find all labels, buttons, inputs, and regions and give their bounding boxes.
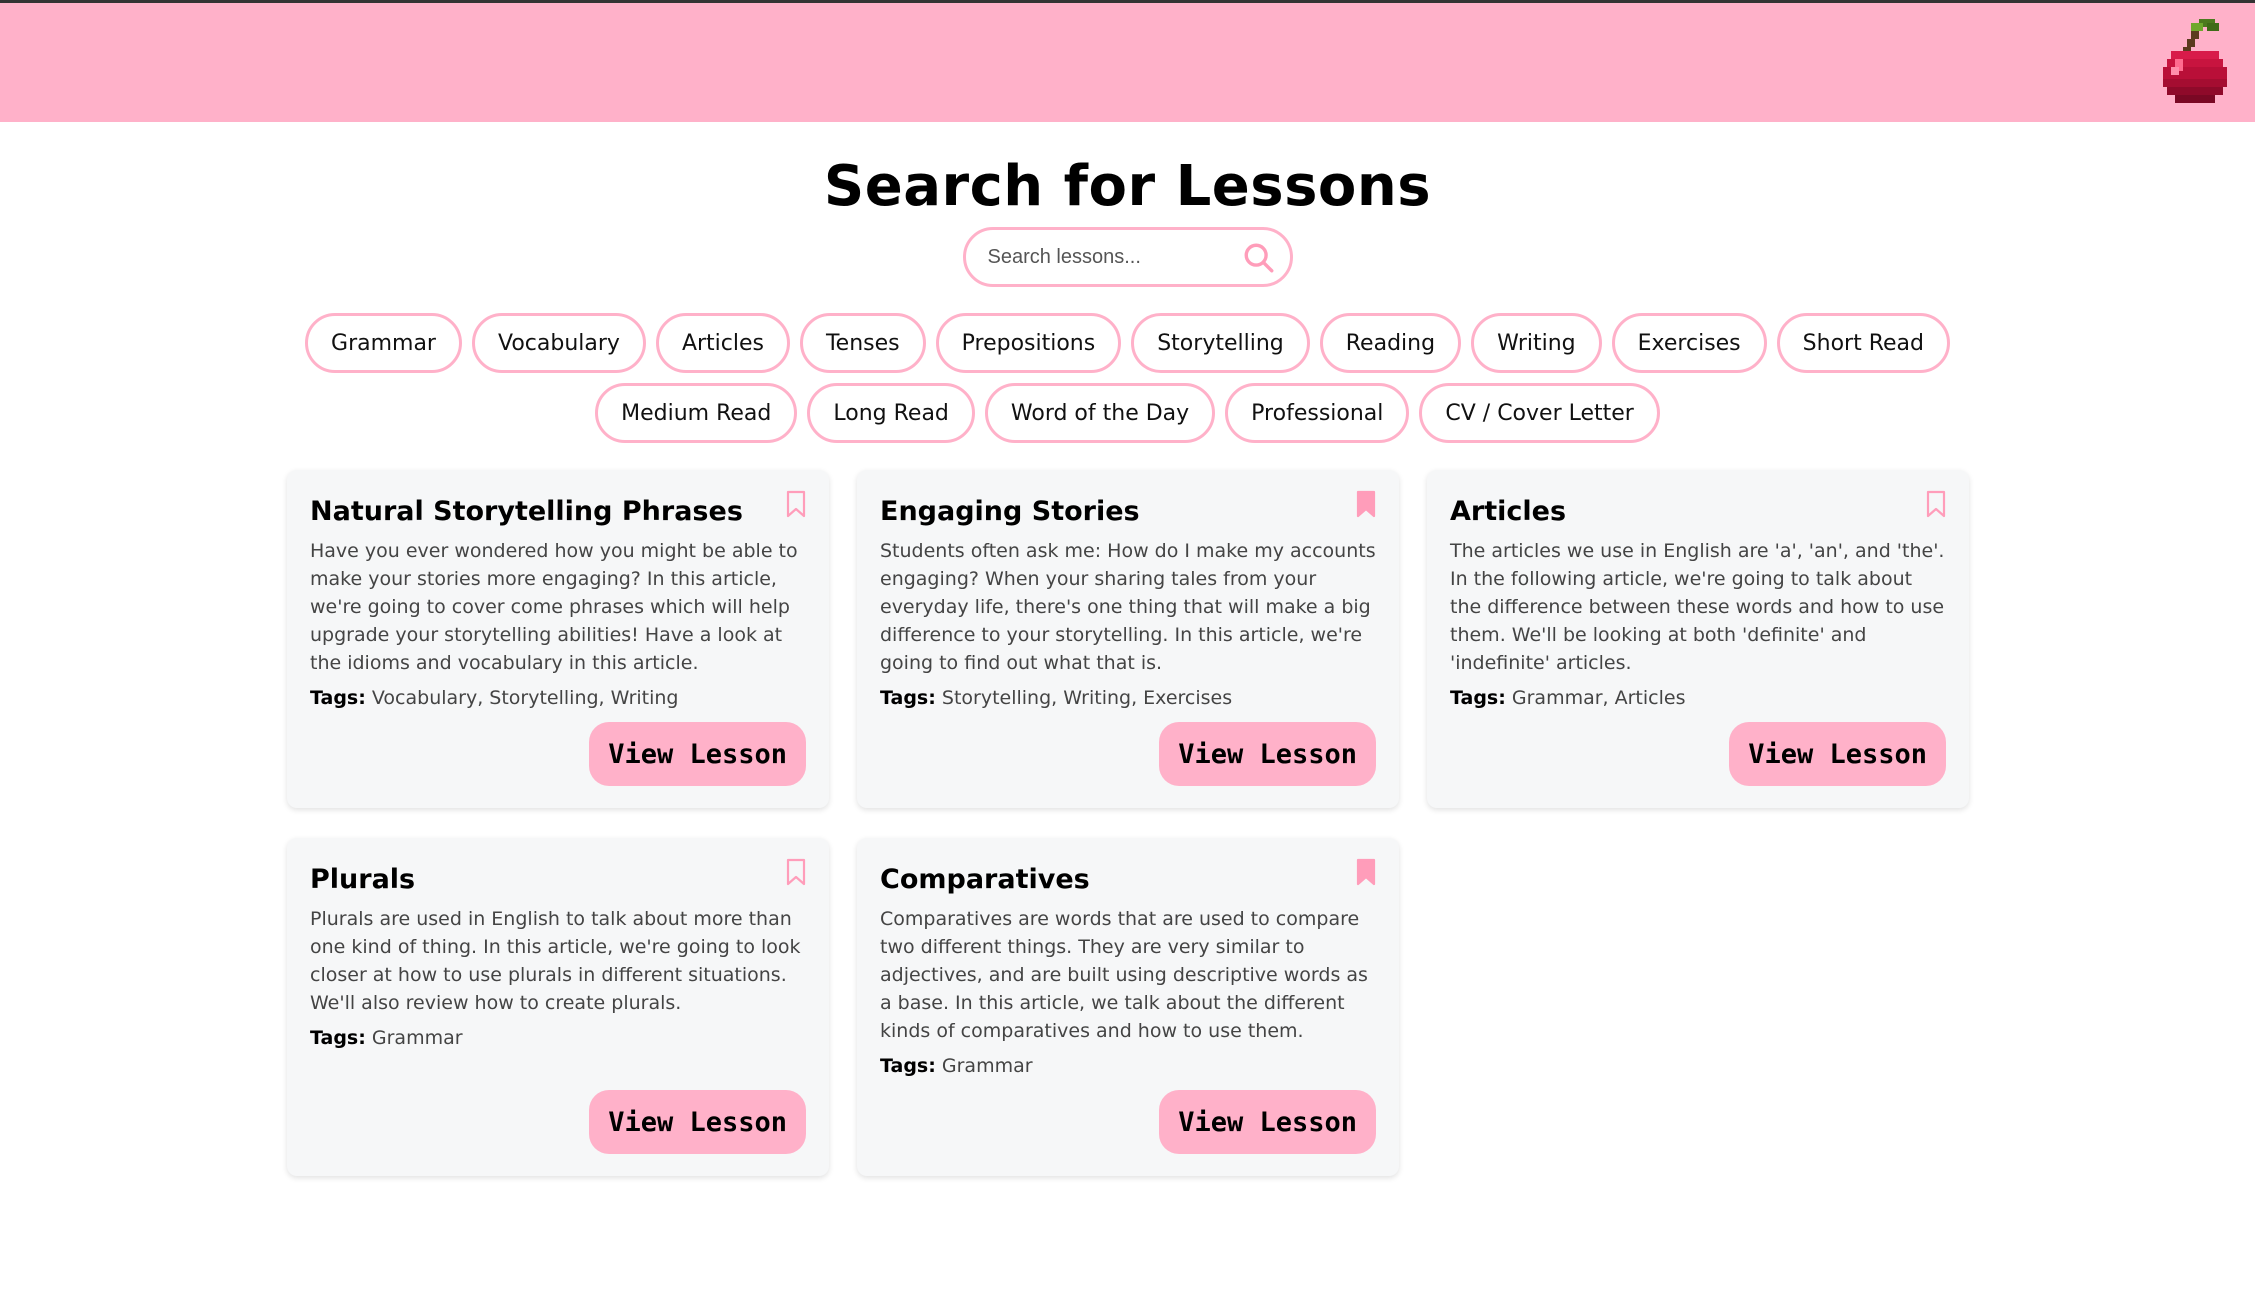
filter-tag-medium-read[interactable]: Medium Read	[595, 383, 798, 443]
filter-tag-long-read[interactable]: Long Read	[807, 383, 975, 443]
view-lesson-button[interactable]: View Lesson	[589, 722, 806, 786]
lesson-card: Comparatives Comparatives are words that…	[857, 838, 1399, 1176]
lesson-tags-value: Vocabulary, Storytelling, Writing	[371, 687, 679, 709]
lesson-tags: Tags: Vocabulary, Storytelling, Writing	[310, 687, 806, 709]
lesson-card: Natural Storytelling Phrases Have you ev…	[287, 470, 829, 808]
lesson-title: Articles	[1450, 496, 1567, 527]
lesson-description: Comparatives are words that are used to …	[880, 908, 1368, 1042]
lesson-tags: Tags: Grammar	[880, 1055, 1376, 1077]
lesson-title: Engaging Stories	[880, 496, 1140, 527]
lesson-tags: Tags: Grammar	[310, 1027, 806, 1049]
lesson-tags: Tags: Storytelling, Writing, Exercises	[880, 687, 1376, 709]
main-content: Search for Lessons Grammar Vocabulary Ar…	[0, 122, 2255, 1176]
tags-label: Tags:	[880, 1055, 936, 1077]
card-footer: View Lesson	[589, 722, 806, 786]
lesson-description: Students often ask me: How do I make my …	[880, 540, 1376, 674]
bookmark-filled-icon[interactable]	[1355, 858, 1377, 886]
search-icon[interactable]	[1242, 241, 1276, 275]
view-lesson-button[interactable]: View Lesson	[1159, 722, 1376, 786]
lesson-tags-value: Grammar, Articles	[1511, 687, 1686, 709]
lesson-description: Plurals are used in English to talk abou…	[310, 908, 801, 1014]
lesson-description: The articles we use in English are 'a', …	[1450, 540, 1945, 674]
lesson-title: Comparatives	[880, 864, 1090, 895]
filter-tag-reading[interactable]: Reading	[1319, 313, 1462, 373]
view-lesson-button[interactable]: View Lesson	[589, 1090, 806, 1154]
lesson-tags-value: Grammar	[941, 1055, 1033, 1077]
filter-tag-grammar[interactable]: Grammar	[305, 313, 462, 373]
filter-tag-prepositions[interactable]: Prepositions	[935, 313, 1122, 373]
card-footer: View Lesson	[589, 1090, 806, 1154]
lesson-title: Natural Storytelling Phrases	[310, 496, 743, 527]
lesson-tags-value: Storytelling, Writing, Exercises	[941, 687, 1233, 709]
tags-label: Tags:	[880, 687, 936, 709]
tags-label: Tags:	[310, 687, 366, 709]
search-box	[962, 227, 1293, 287]
card-footer: View Lesson	[1159, 1090, 1376, 1154]
lesson-card: Articles The articles we use in English …	[1427, 470, 1969, 808]
lesson-card-grid: Natural Storytelling Phrases Have you ev…	[287, 470, 1971, 1176]
filter-tag-tenses[interactable]: Tenses	[799, 313, 926, 373]
filter-tag-exercises[interactable]: Exercises	[1611, 313, 1767, 373]
view-lesson-button[interactable]: View Lesson	[1159, 1090, 1376, 1154]
lesson-tags-value: Grammar	[371, 1027, 463, 1049]
lesson-card: Plurals Plurals are used in English to t…	[287, 838, 829, 1176]
filter-tag-cv-cover-letter[interactable]: CV / Cover Letter	[1419, 383, 1660, 443]
view-lesson-button[interactable]: View Lesson	[1729, 722, 1946, 786]
cherry-icon[interactable]	[2159, 19, 2231, 107]
bookmark-outline-icon[interactable]	[785, 490, 807, 518]
filter-tag-professional[interactable]: Professional	[1225, 383, 1410, 443]
page-title: Search for Lessons	[823, 154, 1432, 219]
bookmark-filled-icon[interactable]	[1355, 490, 1377, 518]
top-bar	[0, 0, 2255, 122]
filter-tag-articles[interactable]: Articles	[655, 313, 790, 373]
bookmark-outline-icon[interactable]	[785, 858, 807, 886]
tags-label: Tags:	[1450, 687, 1506, 709]
card-footer: View Lesson	[1729, 722, 1946, 786]
search-input[interactable]	[987, 230, 1248, 284]
lesson-card: Engaging Stories Students often ask me: …	[857, 470, 1399, 808]
lesson-title: Plurals	[310, 864, 416, 895]
filter-tag-list: Grammar Vocabulary Articles Tenses Prepo…	[298, 313, 1958, 443]
filter-tag-writing[interactable]: Writing	[1471, 313, 1602, 373]
card-footer: View Lesson	[1159, 722, 1376, 786]
tags-label: Tags:	[310, 1027, 366, 1049]
filter-tag-word-of-the-day[interactable]: Word of the Day	[984, 383, 1216, 443]
filter-tag-vocabulary[interactable]: Vocabulary	[471, 313, 646, 373]
filter-tag-storytelling[interactable]: Storytelling	[1131, 313, 1310, 373]
bookmark-outline-icon[interactable]	[1925, 490, 1947, 518]
lesson-description: Have you ever wondered how you might be …	[310, 540, 798, 674]
filter-tag-short-read[interactable]: Short Read	[1776, 313, 1950, 373]
lesson-tags: Tags: Grammar, Articles	[1450, 687, 1946, 709]
